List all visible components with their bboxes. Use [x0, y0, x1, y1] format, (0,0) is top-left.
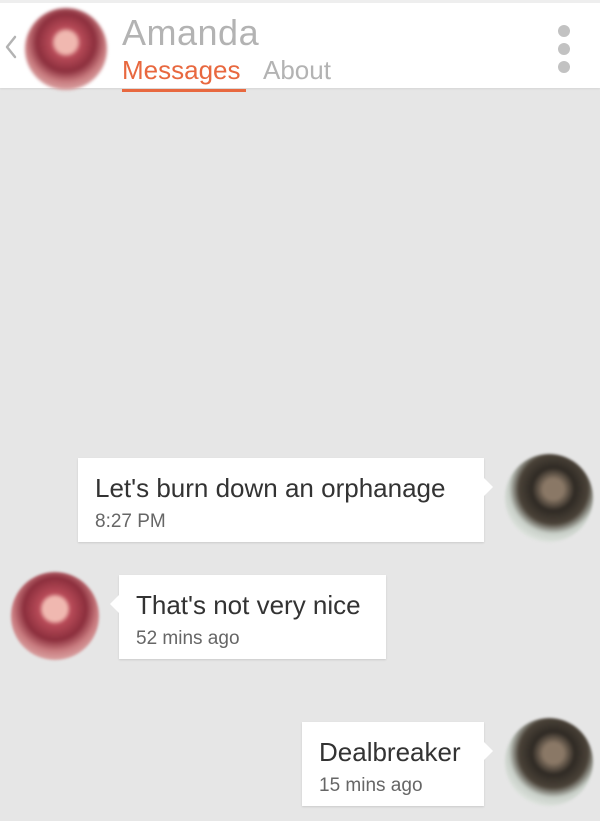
self-avatar: [505, 454, 593, 542]
contact-name: Amanda: [122, 12, 260, 53]
tab-about[interactable]: About: [263, 53, 331, 87]
chat-header: Amanda Messages About: [0, 0, 600, 92]
more-vertical-icon: [558, 25, 570, 37]
more-vertical-icon: [558, 43, 570, 55]
self-avatar: [505, 718, 593, 806]
contact-avatar: [11, 572, 99, 660]
chevron-left-icon: [5, 35, 17, 59]
message-bubble-sent[interactable]: Let's burn down an orphanage 8:27 PM: [78, 458, 493, 542]
message-text: Let's burn down an orphanage: [95, 473, 446, 503]
more-vertical-icon: [558, 61, 570, 73]
message-text: That's not very nice: [136, 590, 361, 620]
message-timestamp: 8:27 PM: [95, 511, 166, 532]
message-bubble-received[interactable]: That's not very nice 52 mins ago: [110, 575, 386, 659]
contact-avatar[interactable]: [25, 8, 107, 90]
message-bubble-sent[interactable]: Dealbreaker 15 mins ago: [302, 722, 493, 806]
active-tab-indicator: [122, 89, 246, 92]
message-timestamp: 15 mins ago: [319, 775, 423, 796]
more-options-button[interactable]: [550, 25, 578, 73]
message-timestamp: 52 mins ago: [136, 628, 240, 649]
tab-messages[interactable]: Messages: [122, 53, 241, 87]
back-button[interactable]: [0, 25, 22, 69]
message-text: Dealbreaker: [319, 737, 461, 767]
